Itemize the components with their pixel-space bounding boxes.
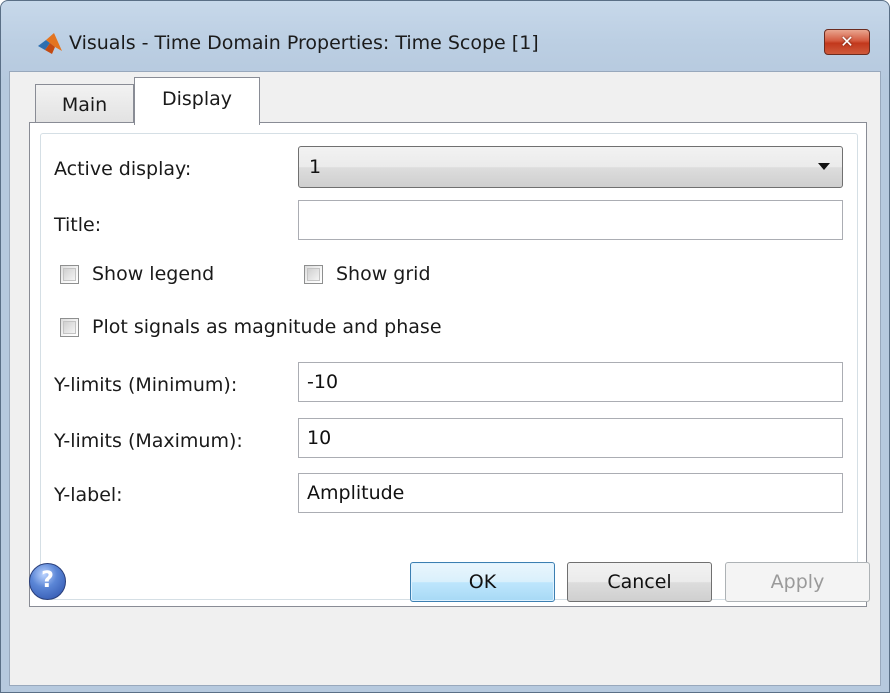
ylabel-label: Y-label: bbox=[54, 484, 123, 506]
active-display-label: Active display: bbox=[54, 158, 192, 180]
ylim-min-label: Y-limits (Minimum): bbox=[54, 374, 238, 396]
ylim-max-label: Y-limits (Maximum): bbox=[54, 430, 243, 452]
dialog-body: Main Display Active display: 1 Title: Sh… bbox=[9, 71, 881, 686]
title-bar[interactable]: Visuals - Time Domain Properties: Time S… bbox=[1, 1, 889, 71]
cancel-button[interactable]: Cancel bbox=[567, 562, 712, 602]
help-icon[interactable]: ? bbox=[29, 563, 66, 600]
show-legend-label[interactable]: Show legend bbox=[92, 263, 214, 285]
active-display-value: 1 bbox=[309, 156, 322, 178]
matlab-logo-icon bbox=[36, 31, 64, 55]
tab-main[interactable]: Main bbox=[35, 84, 134, 123]
ylabel-input[interactable]: Amplitude bbox=[298, 473, 843, 513]
chevron-down-icon bbox=[818, 163, 830, 170]
show-grid-checkbox[interactable] bbox=[304, 265, 323, 284]
plot-magnitude-phase-checkbox[interactable] bbox=[60, 318, 79, 337]
ylim-min-input[interactable]: -10 bbox=[298, 362, 843, 402]
ylim-max-input[interactable]: 10 bbox=[298, 418, 843, 458]
show-legend-checkbox[interactable] bbox=[60, 265, 79, 284]
show-grid-label[interactable]: Show grid bbox=[336, 263, 431, 285]
title-input[interactable] bbox=[298, 200, 843, 240]
apply-button[interactable]: Apply bbox=[725, 562, 870, 602]
active-display-dropdown[interactable]: 1 bbox=[298, 146, 843, 188]
close-icon: ✕ bbox=[840, 32, 854, 51]
dialog-window: Visuals - Time Domain Properties: Time S… bbox=[0, 0, 890, 693]
tab-display[interactable]: Display bbox=[134, 77, 260, 125]
plot-magnitude-phase-label[interactable]: Plot signals as magnitude and phase bbox=[92, 316, 442, 338]
window-title: Visuals - Time Domain Properties: Time S… bbox=[69, 32, 539, 54]
close-button[interactable]: ✕ bbox=[824, 29, 870, 55]
title-label: Title: bbox=[54, 214, 102, 236]
ok-button[interactable]: OK bbox=[410, 562, 555, 602]
